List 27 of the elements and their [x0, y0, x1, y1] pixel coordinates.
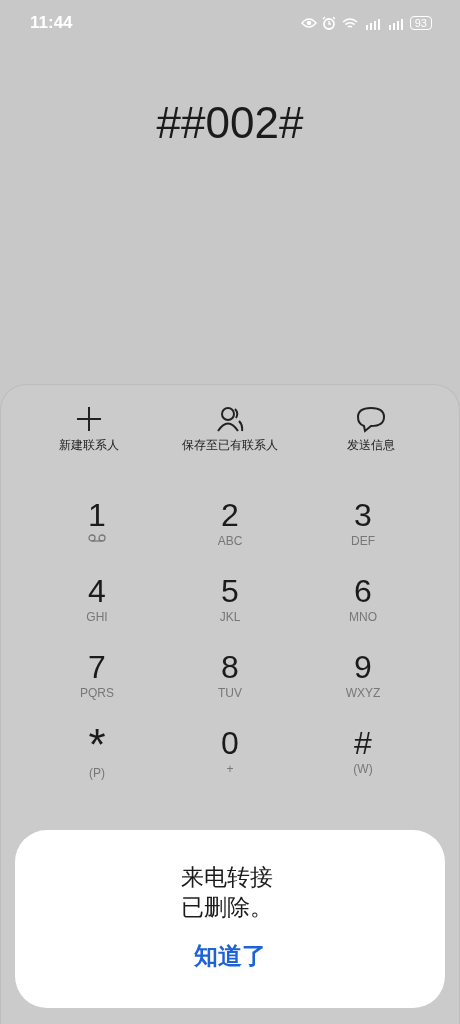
confirm-button[interactable]: 知道了 — [186, 936, 274, 976]
signal-icon — [363, 16, 382, 30]
dial-key[interactable]: 7 PQRS — [30, 648, 164, 706]
dial-key[interactable]: 8 TUV — [163, 648, 297, 706]
eye-icon — [300, 17, 317, 29]
dial-key[interactable]: 3 DEF — [296, 496, 430, 554]
dial-key[interactable]: 6 MNO — [296, 572, 430, 630]
dial-key[interactable]: 0 + — [163, 724, 297, 782]
wifi-icon — [340, 16, 359, 30]
dial-key[interactable]: 9 WXYZ — [296, 648, 430, 706]
action-button[interactable]: 新建联系人 — [19, 405, 159, 454]
dialed-number: ##002# — [155, 98, 305, 148]
plus-icon — [75, 405, 103, 433]
chat-bubble-icon — [356, 405, 386, 433]
dial-key[interactable]: # (W) — [296, 724, 430, 782]
dial-key[interactable]: 1 — [30, 496, 164, 554]
signal-icon — [386, 16, 405, 30]
dial-key[interactable]: 4 GHI — [30, 572, 164, 630]
voicemail-icon — [88, 534, 106, 542]
action-button[interactable]: 发送信息 — [301, 405, 441, 454]
action-button[interactable]: 保存至已有联系人 — [160, 405, 300, 454]
dialog-message: 来电转接已删除。 — [180, 863, 274, 922]
dial-key[interactable]: 5 JKL — [163, 572, 297, 630]
alarm-icon — [321, 16, 336, 30]
dial-key[interactable]: * (P) — [30, 724, 164, 782]
person-icon — [216, 405, 244, 433]
dial-key[interactable]: 2 ABC — [163, 496, 297, 554]
